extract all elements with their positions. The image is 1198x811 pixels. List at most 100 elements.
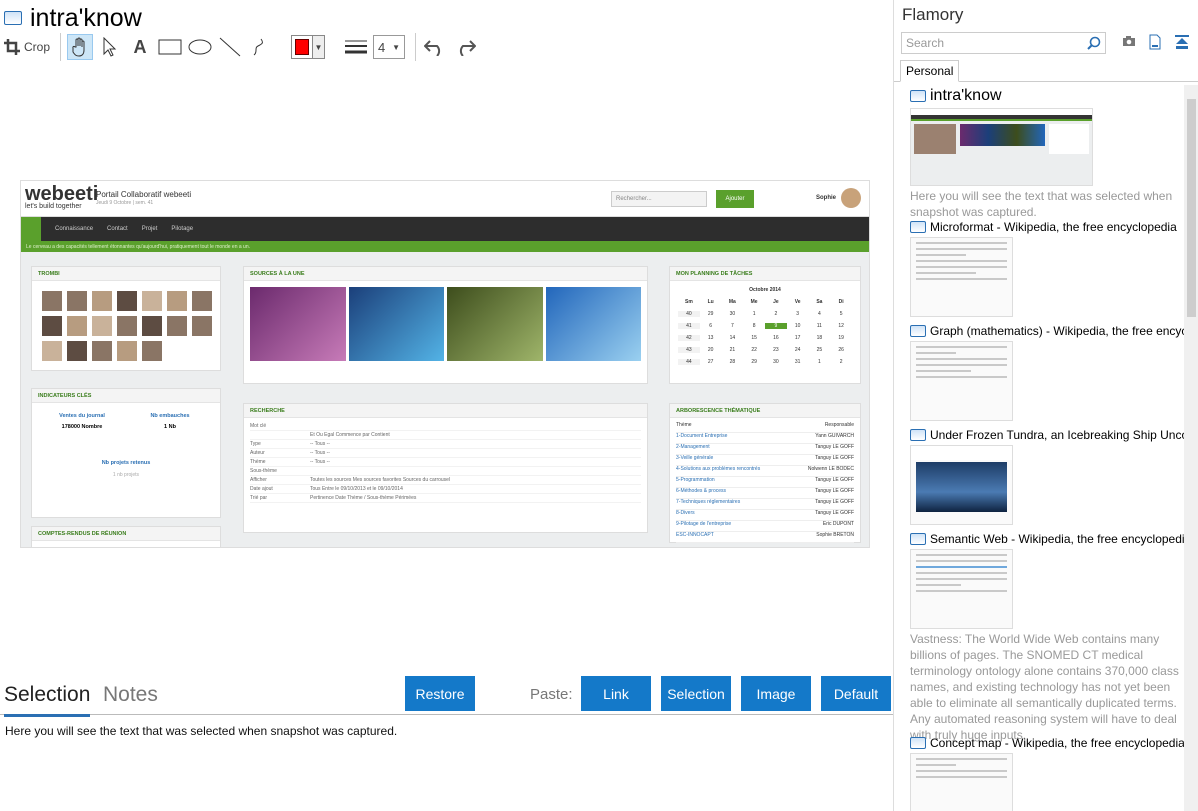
form-value[interactable]: -- Tous -- bbox=[310, 459, 330, 465]
table-row[interactable]: 9-Pilotage de l'entreprise Eric DUPONT bbox=[676, 521, 854, 532]
calendar-cell[interactable]: 13 bbox=[700, 335, 722, 341]
color-picker[interactable]: ▼ bbox=[291, 34, 326, 60]
calendar-cell[interactable]: 18 bbox=[809, 335, 831, 341]
form-value[interactable]: Tous Entre le 09/10/2013 et le 09/10/201… bbox=[310, 486, 403, 492]
select-tool-button[interactable] bbox=[97, 34, 123, 60]
calendar-cell[interactable]: 8 bbox=[743, 323, 765, 329]
list-item[interactable]: intra'know Here you will see the text th… bbox=[910, 87, 1184, 220]
snapshot-image[interactable]: webeeti let's build together Portail Col… bbox=[20, 180, 870, 548]
form-value[interactable]: Pertinence Date Thème / Sous-thème Périm… bbox=[310, 495, 416, 501]
form-value[interactable]: Et Ou Egal Commence par Contient bbox=[310, 432, 390, 438]
calendar-cell[interactable]: 29 bbox=[700, 311, 722, 317]
calendar-cell[interactable]: 15 bbox=[743, 335, 765, 341]
calendar-cell[interactable]: 29 bbox=[743, 359, 765, 365]
form-value[interactable]: Toutes les sources Mes sources favorites… bbox=[310, 477, 450, 483]
selection-text[interactable]: Here you will see the text that was sele… bbox=[5, 724, 397, 738]
calendar-cell[interactable]: 26 bbox=[830, 347, 852, 353]
source-thumb bbox=[348, 287, 444, 361]
calendar-cell[interactable]: 30 bbox=[765, 359, 787, 365]
table-row[interactable]: 2-Management Tanguy LE GOFF bbox=[676, 444, 854, 455]
form-row: Type -- Tous -- bbox=[250, 440, 641, 449]
paste-link-button[interactable]: Link bbox=[581, 676, 651, 711]
tab-personal[interactable]: Personal bbox=[900, 60, 960, 82]
tab-notes[interactable]: Notes bbox=[103, 683, 158, 707]
calendar-cell[interactable]: 1 bbox=[809, 359, 831, 365]
table-row[interactable]: 4-Solutions aux problèmes rencontrés Nolw… bbox=[676, 466, 854, 477]
calendar-cell[interactable]: 28 bbox=[722, 359, 744, 365]
calendar-cell[interactable]: 7 bbox=[722, 323, 744, 329]
calendar-cell[interactable]: 30 bbox=[722, 311, 744, 317]
ellipse-tool-button[interactable] bbox=[187, 34, 213, 60]
calendar-cell[interactable]: 20 bbox=[700, 347, 722, 353]
search-input[interactable]: Search bbox=[901, 32, 1106, 54]
line-width-button[interactable] bbox=[343, 34, 369, 60]
document-icon[interactable] bbox=[1148, 34, 1162, 50]
restore-button[interactable]: Restore bbox=[405, 676, 475, 711]
calendar-cell[interactable]: 12 bbox=[830, 323, 852, 329]
calendar-cell[interactable]: 9 bbox=[765, 323, 787, 329]
calendar-cell[interactable]: 1 bbox=[743, 311, 765, 317]
calendar-cell[interactable]: 19 bbox=[830, 335, 852, 341]
snapshot-portal-title: Portail Collaboratif webeeti bbox=[96, 190, 192, 199]
calendar-cell[interactable]: 2 bbox=[765, 311, 787, 317]
search-icon[interactable] bbox=[1087, 36, 1101, 50]
page-icon bbox=[910, 429, 926, 441]
flamory-title: Flamory bbox=[902, 5, 964, 24]
calendar-cell[interactable]: 4 bbox=[809, 311, 831, 317]
hand-tool-button[interactable] bbox=[67, 34, 94, 60]
form-value[interactable]: -- Tous -- bbox=[310, 450, 330, 456]
list-item-thumbnail bbox=[910, 341, 1013, 421]
indicators-title: INDICATEURS CLÉS bbox=[32, 389, 220, 403]
scrollbar-thumb[interactable] bbox=[1187, 99, 1196, 317]
table-cell: Tanguy LE GOFF bbox=[815, 488, 854, 494]
redo-button[interactable] bbox=[452, 34, 478, 60]
calendar-cell[interactable]: 31 bbox=[787, 359, 809, 365]
table-row[interactable]: 7-Techniques réglementaires Tanguy LE GOF… bbox=[676, 499, 854, 510]
list-item-thumbnail bbox=[910, 237, 1013, 317]
list-item[interactable]: Semantic Web - Wikipedia, the free encyc… bbox=[910, 532, 1184, 743]
undo-button[interactable] bbox=[422, 34, 448, 60]
calendar-cell[interactable]: 23 bbox=[765, 347, 787, 353]
line-width-select[interactable]: 4 ▼ bbox=[373, 34, 406, 60]
paste-selection-button[interactable]: Selection bbox=[661, 676, 731, 711]
freehand-tool-button[interactable] bbox=[247, 34, 273, 60]
calendar-cell[interactable]: 14 bbox=[722, 335, 744, 341]
tab-selection[interactable]: Selection bbox=[4, 683, 91, 717]
list-scrollbar[interactable] bbox=[1184, 85, 1198, 811]
list-item[interactable]: Graph (mathematics) - Wikipedia, the fre… bbox=[910, 324, 1184, 421]
paste-default-button[interactable]: Default bbox=[821, 676, 891, 711]
crop-button[interactable]: Crop bbox=[4, 34, 50, 60]
table-row[interactable]: 3-Veille générale Tanguy LE GOFF bbox=[676, 455, 854, 466]
calendar-cell[interactable]: 27 bbox=[700, 359, 722, 365]
pin-top-icon[interactable] bbox=[1174, 34, 1190, 50]
calendar-cell[interactable]: 5 bbox=[830, 311, 852, 317]
calendar-cell[interactable]: 25 bbox=[809, 347, 831, 353]
camera-icon[interactable] bbox=[1122, 34, 1136, 48]
table-row[interactable]: 8-Divers Tanguy LE GOFF bbox=[676, 510, 854, 521]
form-value[interactable]: -- Tous -- bbox=[310, 441, 330, 447]
table-row[interactable]: 1-Document Entreprise Yann GUIVARCH bbox=[676, 433, 854, 444]
table-row[interactable]: ESC-INNOCAPT Sophie BRETON bbox=[676, 532, 854, 543]
calendar-cell[interactable]: 17 bbox=[787, 335, 809, 341]
calendar-cell[interactable]: 3 bbox=[787, 311, 809, 317]
calendar-cell[interactable]: 22 bbox=[743, 347, 765, 353]
calendar-cell[interactable]: 16 bbox=[765, 335, 787, 341]
calendar-cell[interactable]: 6 bbox=[700, 323, 722, 329]
list-item[interactable]: Under Frozen Tundra, an Icebreaking Ship… bbox=[910, 428, 1184, 525]
calendar-cell[interactable]: 21 bbox=[722, 347, 744, 353]
table-row[interactable]: 6-Méthodes & process Tanguy LE GOFF bbox=[676, 488, 854, 499]
table-cell: Tanguy LE GOFF bbox=[815, 444, 854, 450]
list-item[interactable]: Microformat - Wikipedia, the free encycl… bbox=[910, 220, 1184, 317]
paste-image-button[interactable]: Image bbox=[741, 676, 811, 711]
calendar-cell[interactable]: 10 bbox=[787, 323, 809, 329]
rectangle-tool-button[interactable] bbox=[157, 34, 183, 60]
list-item[interactable]: Concept map - Wikipedia, the free encycl… bbox=[910, 736, 1184, 811]
calendar-cell[interactable]: 24 bbox=[787, 347, 809, 353]
line-tool-button[interactable] bbox=[217, 34, 243, 60]
text-tool-button[interactable]: A bbox=[127, 34, 153, 60]
calendar-cell[interactable]: 11 bbox=[809, 323, 831, 329]
calendar-cell[interactable]: 2 bbox=[830, 359, 852, 365]
table-row[interactable]: 5-Programmation Tanguy LE GOFF bbox=[676, 477, 854, 488]
calendar-cell: 43 bbox=[678, 347, 700, 353]
paste-label: Paste: bbox=[530, 686, 573, 703]
